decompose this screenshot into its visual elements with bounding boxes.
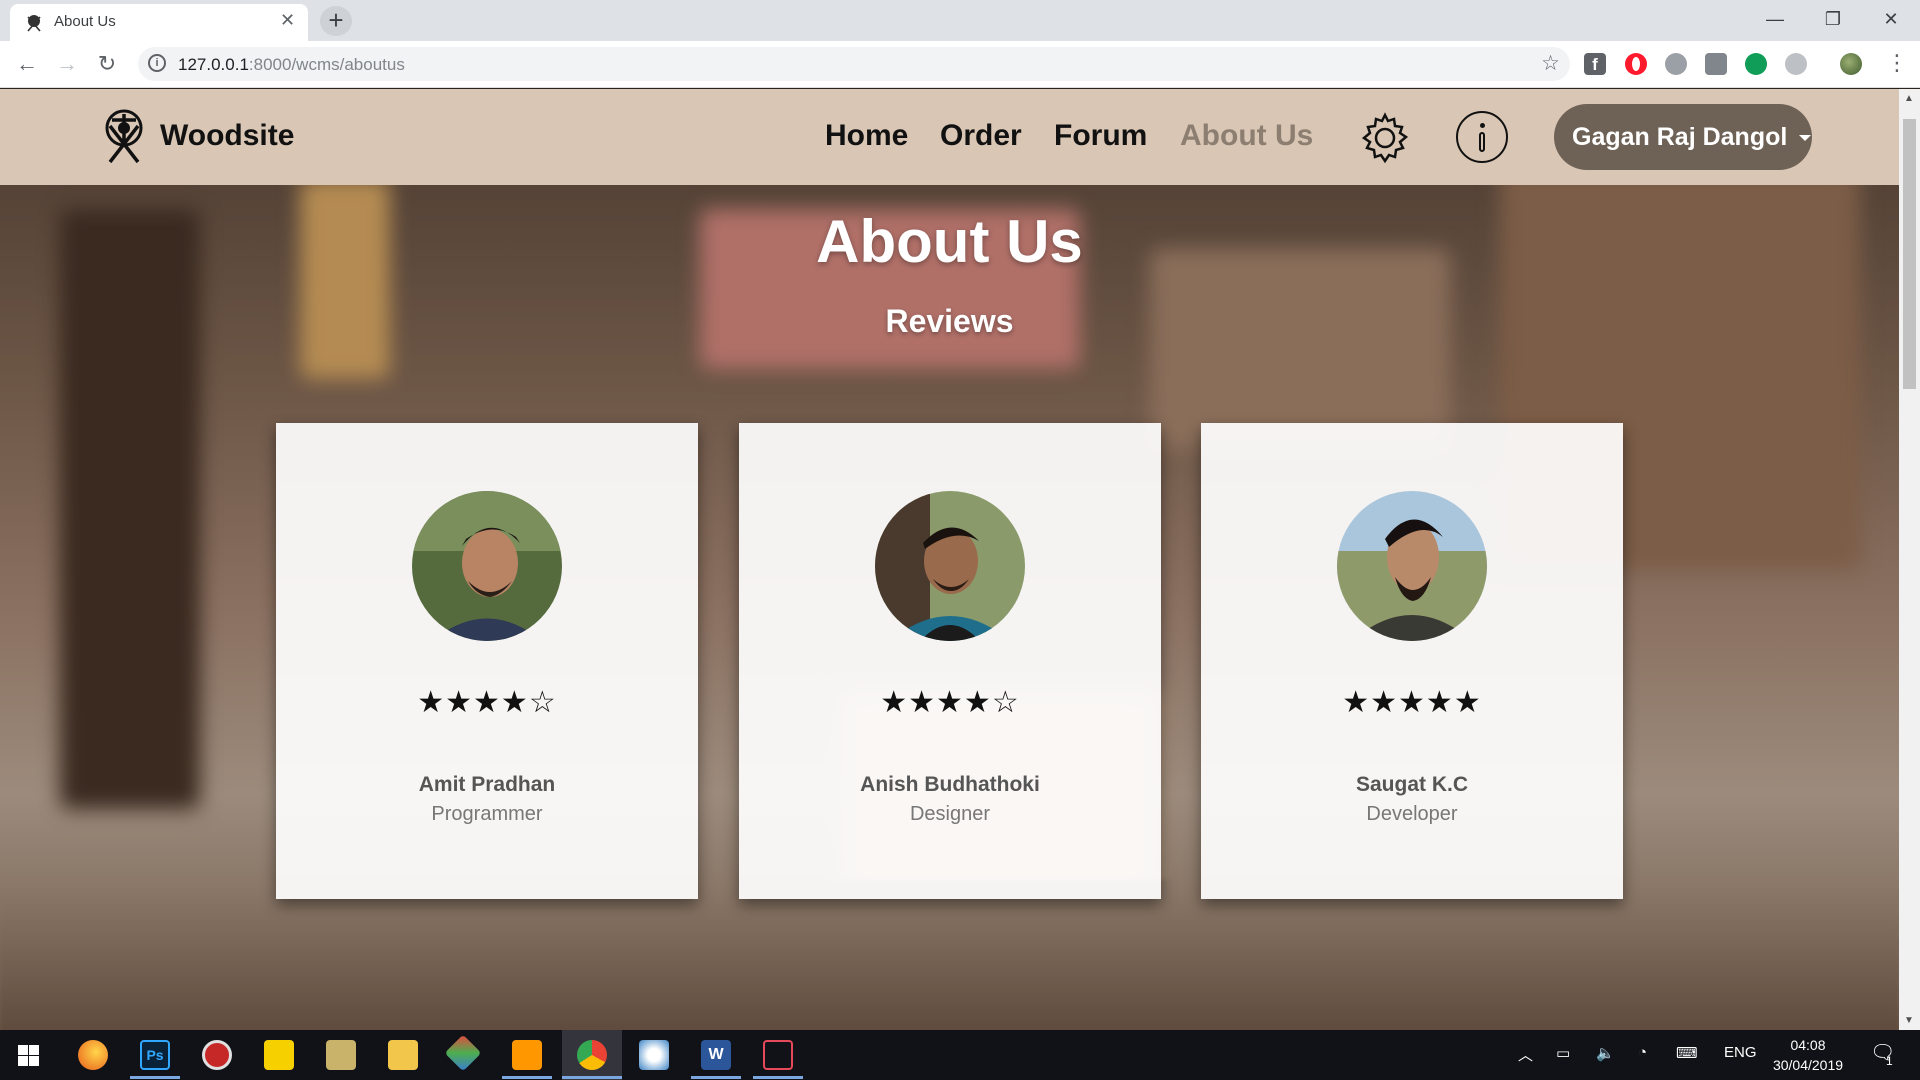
star-rating: ★★★★★ [1342, 686, 1482, 719]
woodsite-favicon-icon [27, 15, 41, 32]
info-icon-bar [1479, 132, 1485, 152]
brand-name[interactable]: Woodsite [160, 119, 294, 153]
notification-count: 1 [1886, 1054, 1893, 1068]
tray-chevron-up-icon[interactable]: ︿ [1518, 1044, 1533, 1065]
reviewer-name: Saugat K.C [1355, 773, 1468, 796]
reviewer-role: Programmer [431, 803, 543, 825]
url-text[interactable]: 127.0.0.1:8000/wcms/aboutus [178, 55, 405, 75]
avatar [412, 491, 562, 641]
browser-tabstrip: About Us ✕ + — ❐ ✕ [0, 0, 1920, 41]
dial-icon[interactable] [202, 1040, 232, 1070]
scroll-thumb[interactable] [1903, 119, 1916, 389]
photoshop-icon[interactable]: Ps [140, 1040, 170, 1070]
clock-date: 30/04/2019 [1772, 1057, 1844, 1073]
extension-icon[interactable] [1785, 53, 1807, 75]
nav-link-forum[interactable]: Forum [1054, 119, 1147, 153]
review-card: ★★★★☆ Amit Pradhan Programmer [276, 423, 698, 899]
star-rating: ★★★★☆ [417, 686, 557, 719]
browser-tab[interactable]: About Us ✕ [10, 4, 308, 41]
reviews-heading: Reviews [885, 303, 1014, 339]
scroll-down-icon[interactable]: ▼ [1904, 1015, 1914, 1026]
facebook-extension-icon[interactable]: f [1584, 53, 1606, 75]
wifi-icon[interactable]: ◔ [1638, 1044, 1647, 1061]
browser-toolbar: ← → ↻ i 127.0.0.1:8000/wcms/aboutus ☆ f … [0, 41, 1920, 88]
extension-icon[interactable] [1705, 53, 1727, 75]
file-explorer-icon[interactable] [388, 1040, 418, 1070]
profile-avatar-icon[interactable] [1840, 53, 1862, 75]
tab-title: About Us [54, 13, 116, 30]
user-name: Gagan Raj Dangol [1572, 123, 1788, 151]
background-decor [1150, 249, 1450, 449]
tab-close-icon[interactable]: ✕ [280, 10, 295, 31]
star-rating: ★★★★☆ [880, 686, 1020, 719]
review-card: ★★★★★ Saugat K.C Developer [1201, 423, 1623, 899]
reload-button[interactable]: ↻ [93, 51, 121, 79]
nav-link-home[interactable]: Home [825, 119, 908, 153]
site-navbar: Woodsite Home Order Forum About Us Gagan… [0, 89, 1899, 185]
settings-gear-icon[interactable] [1358, 111, 1412, 165]
page-scrollbar[interactable]: ▲ ▼ [1899, 89, 1920, 1030]
browser-menu-icon[interactable]: ⋮ [1886, 50, 1908, 76]
address-bar[interactable]: i 127.0.0.1:8000/wcms/aboutus ☆ [138, 47, 1570, 81]
bookmark-star-icon[interactable]: ☆ [1541, 51, 1560, 76]
sublime-icon[interactable] [512, 1040, 542, 1070]
opera-extension-icon[interactable] [1625, 53, 1647, 75]
page-viewport: Woodsite Home Order Forum About Us Gagan… [0, 89, 1899, 1030]
word-icon[interactable]: W [701, 1040, 731, 1070]
active-app-indicator [562, 1076, 622, 1079]
active-app-indicator [753, 1076, 803, 1079]
review-card: ★★★★☆ Anish Budhathoki Designer [739, 423, 1161, 899]
snipping-icon[interactable] [763, 1040, 793, 1070]
reviewer-name: Anish Budhathoki [860, 773, 1040, 796]
background-decor [60, 209, 200, 809]
info-icon-dot [1480, 123, 1485, 128]
new-tab-button[interactable]: + [320, 6, 352, 36]
windows-taskbar: Ps W ︿ ▭ 🔈 ◔ ⌨ ENG 04:08 30/04/2019 🗨 1 [0, 1030, 1920, 1080]
edge-icon[interactable] [78, 1040, 108, 1070]
volume-icon[interactable]: 🔈 [1596, 1044, 1615, 1062]
reviewer-role: Developer [1366, 803, 1458, 825]
minimize-button[interactable]: — [1752, 4, 1798, 34]
notepad-icon[interactable] [326, 1040, 356, 1070]
avatar [875, 491, 1025, 641]
woodsite-logo-icon[interactable] [98, 106, 150, 166]
avatar [1337, 491, 1487, 641]
keyboard-icon[interactable]: ⌨ [1676, 1044, 1698, 1062]
extension-icon[interactable] [1745, 53, 1767, 75]
extension-icon[interactable] [1665, 53, 1687, 75]
page-title: About Us [816, 208, 1083, 275]
active-app-indicator [691, 1076, 741, 1079]
restore-button[interactable]: ❐ [1810, 4, 1856, 34]
windows-start-icon[interactable] [18, 1045, 39, 1066]
git-icon[interactable] [444, 1034, 482, 1072]
nav-link-about-us[interactable]: About Us [1180, 119, 1313, 153]
close-window-button[interactable]: ✕ [1868, 4, 1914, 34]
nav-link-order[interactable]: Order [940, 119, 1022, 153]
reviewer-name: Amit Pradhan [418, 773, 556, 796]
clock-time: 04:08 [1790, 1037, 1826, 1053]
back-button[interactable]: ← [13, 51, 41, 79]
language-indicator[interactable]: ENG [1724, 1044, 1757, 1061]
user-menu-button[interactable]: Gagan Raj Dangol [1554, 104, 1812, 170]
site-info-icon[interactable]: i [148, 54, 166, 72]
scroll-up-icon[interactable]: ▲ [1904, 93, 1914, 104]
reviewer-role: Designer [909, 803, 991, 825]
active-app-indicator [502, 1076, 552, 1079]
chevron-down-icon [1799, 135, 1812, 142]
info-icon[interactable] [1456, 111, 1508, 163]
chrome-icon[interactable] [577, 1040, 607, 1070]
sticky-notes-icon[interactable] [264, 1040, 294, 1070]
system-clock[interactable]: 04:08 30/04/2019 [1762, 1035, 1854, 1075]
paint-icon[interactable] [639, 1040, 669, 1070]
active-app-indicator [130, 1076, 180, 1079]
forward-button[interactable]: → [53, 51, 81, 79]
battery-icon[interactable]: ▭ [1556, 1044, 1570, 1062]
background-table [0, 879, 1899, 1030]
